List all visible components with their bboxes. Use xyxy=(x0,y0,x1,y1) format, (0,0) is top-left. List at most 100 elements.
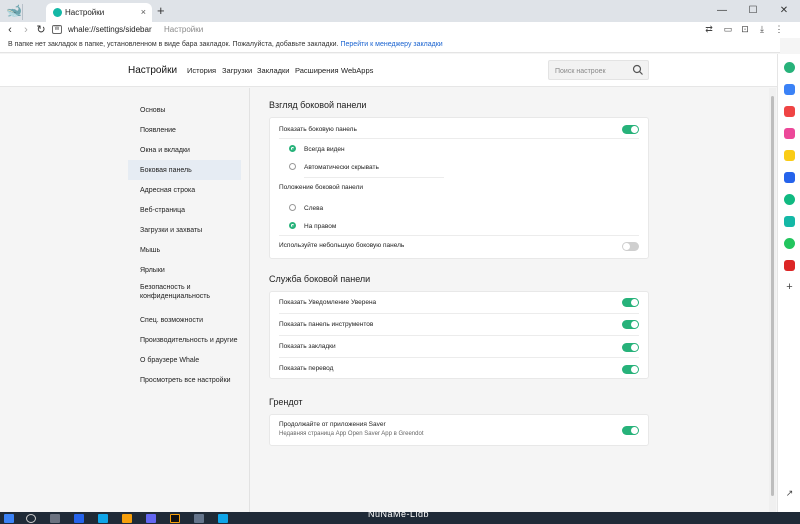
greendot-card: Продолжайте от приложения Saver Недавняя… xyxy=(269,414,649,446)
show-sidebar-label: Показать боковую панель xyxy=(279,126,357,133)
start-icon[interactable] xyxy=(4,514,14,523)
sidebar-item-about[interactable]: О браузере Whale xyxy=(128,350,241,370)
toolbar-label: Показать панель инструментов xyxy=(279,321,374,328)
bookmark-manager-link[interactable]: Перейти к менеджеру закладки xyxy=(340,41,442,48)
tab-placeholder[interactable] xyxy=(22,4,42,20)
sidebar-app-docs-icon[interactable] xyxy=(784,172,795,183)
radio-right[interactable] xyxy=(289,222,296,229)
page-title: Настройки xyxy=(128,65,178,76)
left-label: Слева xyxy=(304,205,324,212)
tab-settings[interactable]: Настройки × xyxy=(46,3,152,22)
nav-extensions[interactable]: Расширения xyxy=(295,66,339,75)
sidebar-app-blue-icon[interactable] xyxy=(784,84,795,95)
appearance-card: Показать боковую панель Всегда виден Авт… xyxy=(269,117,649,259)
search-icon[interactable] xyxy=(632,64,644,76)
translate-icon[interactable]: ⇄ xyxy=(703,24,715,35)
reload-icon[interactable]: ↻ xyxy=(35,23,47,37)
sidebar-app-teal-icon[interactable] xyxy=(784,216,795,227)
sidebar-app-pink-icon[interactable] xyxy=(784,128,795,139)
bookmarks-toggle[interactable] xyxy=(622,343,639,352)
settings-header: Настройки История Загрузки Закладки Расш… xyxy=(0,54,777,87)
divider xyxy=(279,313,639,314)
section-title-greendot: Грендот xyxy=(269,397,303,407)
sidebar-item-accessibility[interactable]: Спец. возможности xyxy=(128,310,241,330)
capture-icon[interactable]: ▭ xyxy=(722,24,734,35)
saver-toggle[interactable] xyxy=(622,426,639,435)
sidebar-item-performance[interactable]: Производительность и другие xyxy=(128,330,241,350)
maximize-button[interactable]: ☐ xyxy=(743,3,763,19)
sidebar-item-webpage[interactable]: Веб-страница xyxy=(128,200,241,220)
whale-logo-icon[interactable]: 🐋 xyxy=(6,4,22,18)
tab-title: Настройки xyxy=(65,8,105,17)
sidebar-item-basics[interactable]: Основы xyxy=(128,100,241,120)
nav-webapps[interactable]: WebApps xyxy=(341,66,373,75)
app-icon[interactable] xyxy=(98,514,108,523)
search-taskbar-icon[interactable] xyxy=(26,514,36,523)
sidebar-app-chat-icon[interactable] xyxy=(784,238,795,249)
sidebar-item-windows-tabs[interactable]: Окна и вкладки xyxy=(128,140,241,160)
sidebar-item-address-bar[interactable]: Адресная строка xyxy=(128,180,241,200)
minimize-button[interactable]: — xyxy=(712,3,732,19)
sidebar-app-hex-icon[interactable] xyxy=(784,194,795,205)
radio-left[interactable] xyxy=(289,204,296,211)
always-visible-label: Всегда виден xyxy=(304,146,345,153)
sidebar-app-star-icon[interactable] xyxy=(784,150,795,161)
file-explorer-icon[interactable] xyxy=(122,514,132,523)
forward-icon[interactable]: › xyxy=(20,23,32,37)
sidebar-add-icon[interactable]: + xyxy=(784,282,795,293)
sidebar-item-downloads[interactable]: Загрузки и захваты xyxy=(128,220,241,240)
divider xyxy=(279,235,639,236)
sidebar-item-mouse[interactable]: Мышь xyxy=(128,240,241,260)
sidebar-expand-icon[interactable]: ↗ xyxy=(784,488,795,499)
whale-taskbar-icon[interactable] xyxy=(218,514,228,523)
toggle-knob xyxy=(631,344,638,351)
sidebar-app-red-icon[interactable] xyxy=(784,106,795,117)
toggle-knob xyxy=(623,243,630,250)
page-scrollbar[interactable] xyxy=(769,88,776,512)
radio-always-visible[interactable] xyxy=(289,145,296,152)
download-icon[interactable]: ⤓ xyxy=(756,24,768,35)
sidebar-item-security[interactable]: Безопасность и конфиденциальность xyxy=(128,280,241,308)
notification-toggle[interactable] xyxy=(622,298,639,307)
nav-downloads[interactable]: Загрузки xyxy=(222,66,252,75)
site-chip-icon[interactable]: W xyxy=(52,25,62,34)
sidebar-item-sidebar[interactable]: Боковая панель xyxy=(128,160,241,180)
new-tab-button[interactable]: + xyxy=(157,3,165,18)
sidebar-item-all-settings[interactable]: Просмотреть все настройки xyxy=(128,370,241,390)
nav-history[interactable]: История xyxy=(187,66,216,75)
small-sidebar-label: Используйте небольшую боковую панель xyxy=(279,242,405,249)
sidebar-app-green-icon[interactable] xyxy=(784,62,795,73)
word-icon[interactable] xyxy=(74,514,84,523)
browser-toolbar: ‹ › ↻ W whale://settings/sidebar Настрой… xyxy=(0,22,800,38)
nav-bookmarks[interactable]: Закладки xyxy=(257,66,289,75)
bookmarks-empty-message: В папке нет закладок в папке, установлен… xyxy=(8,41,443,48)
whale-sidebar: + ↗ xyxy=(777,54,800,512)
bookmarks-label: Показать закладки xyxy=(279,343,336,350)
screenshot-icon[interactable]: ⊡ xyxy=(739,24,751,35)
sidebar-item-appearance[interactable]: Появление xyxy=(128,120,241,140)
app4-icon[interactable] xyxy=(194,514,204,523)
translate-toggle[interactable] xyxy=(622,365,639,374)
menu-icon[interactable]: ⋮ xyxy=(773,24,785,35)
settings-search-box[interactable] xyxy=(548,60,649,80)
close-window-button[interactable]: ✕ xyxy=(774,3,794,19)
show-sidebar-toggle[interactable] xyxy=(622,125,639,134)
app3-icon[interactable] xyxy=(170,514,180,523)
back-icon[interactable]: ‹ xyxy=(4,23,16,37)
app2-icon[interactable] xyxy=(146,514,156,523)
small-sidebar-toggle[interactable] xyxy=(622,242,639,251)
radio-auto-hide[interactable] xyxy=(289,163,296,170)
tab-close-icon[interactable]: × xyxy=(141,7,146,17)
scroll-thumb[interactable] xyxy=(771,96,774,496)
toggle-knob xyxy=(631,366,638,373)
address-bar-url[interactable]: whale://settings/sidebar xyxy=(68,25,152,34)
toolbar-toggle[interactable] xyxy=(622,320,639,329)
right-label: На правом xyxy=(304,223,337,230)
toggle-knob xyxy=(631,427,638,434)
search-input[interactable] xyxy=(555,65,630,77)
toggle-knob xyxy=(631,321,638,328)
sidebar-app-red2-icon[interactable] xyxy=(784,260,795,271)
sidebar-item-shortcuts[interactable]: Ярлыки xyxy=(128,260,241,280)
task-view-icon[interactable] xyxy=(50,514,60,523)
divider xyxy=(279,357,639,358)
